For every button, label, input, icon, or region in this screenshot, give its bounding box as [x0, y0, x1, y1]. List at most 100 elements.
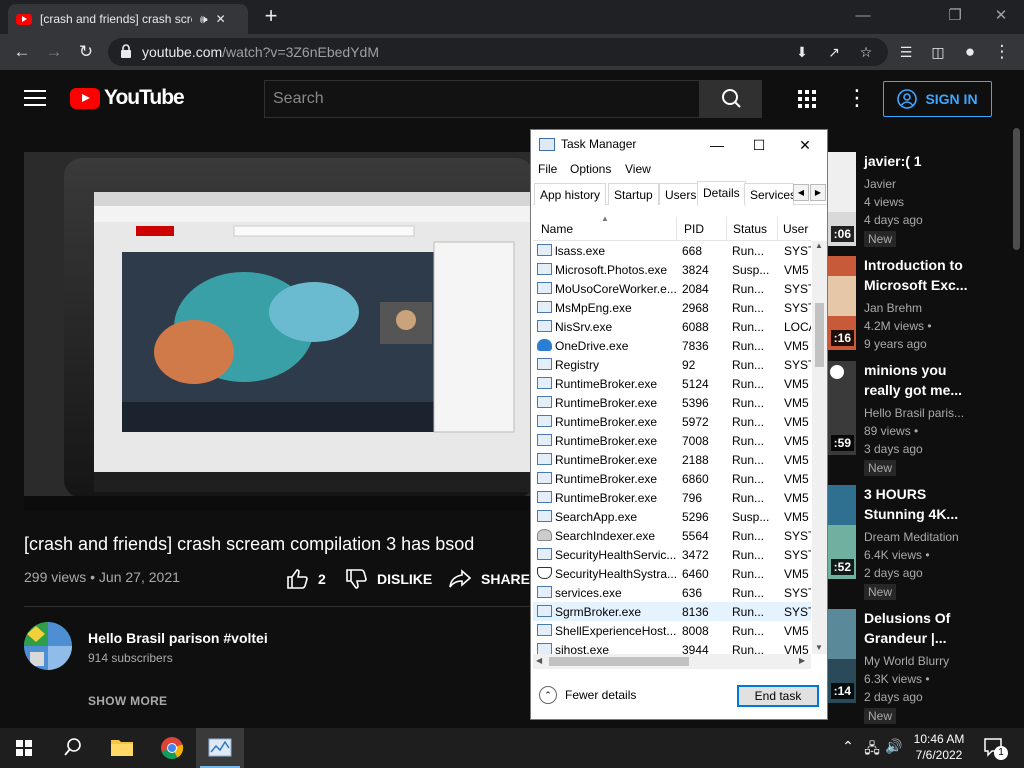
share-button[interactable]: SHARE	[449, 569, 530, 589]
taskbar-chrome[interactable]	[148, 728, 196, 768]
address-bar[interactable]: youtube.com/watch?v=3Z6nEbedYdM ⬇ ↗ ☆	[108, 38, 888, 66]
browser-tab[interactable]: [crash and friends] crash scream compila…	[8, 4, 248, 34]
channel-name[interactable]: Hello Brasil parison #voltei	[88, 630, 268, 646]
tm-maximize-icon[interactable]: ☐	[746, 134, 772, 156]
tab-services[interactable]: Services	[744, 183, 794, 205]
tab-details[interactable]: Details	[697, 181, 746, 206]
process-row[interactable]: MsMpEng.exe 2968 Run... SYSTE	[533, 298, 811, 317]
search-input[interactable]	[264, 80, 700, 118]
rec-thumbnail[interactable]: :52	[826, 485, 856, 579]
process-row[interactable]: OneDrive.exe 7836 Run... VM5	[533, 336, 811, 355]
tm-horizontal-thumb[interactable]	[549, 657, 689, 666]
notification-center-button[interactable]: 1	[982, 736, 1008, 760]
rec-title[interactable]: Delusions Of Grandeur |...	[864, 608, 984, 648]
end-task-button[interactable]: End task	[737, 685, 819, 707]
column-user[interactable]: User n	[783, 222, 811, 236]
process-row[interactable]: Registry 92 Run... SYSTE	[533, 355, 811, 374]
menu-view[interactable]: View	[625, 162, 651, 176]
process-row[interactable]: RuntimeBroker.exe 5396 Run... VM5	[533, 393, 811, 412]
hamburger-menu-icon[interactable]	[24, 90, 46, 106]
rec-title[interactable]: 3 HOURS Stunning 4K...	[864, 484, 984, 524]
install-app-icon[interactable]: ⬇	[792, 42, 812, 62]
tab-scroll-right-icon[interactable]: ▶	[810, 184, 826, 201]
tm-horizontal-scrollbar[interactable]: ◀ ▶	[533, 654, 811, 669]
close-tab-icon[interactable]: ✕	[216, 12, 226, 26]
rec-thumbnail[interactable]: :59	[826, 361, 856, 455]
page-scrollbar[interactable]	[1013, 128, 1020, 250]
rec-title[interactable]: Introduction to Microsoft Exc...	[864, 255, 984, 295]
lock-icon[interactable]	[120, 44, 132, 58]
taskbar-file-explorer[interactable]	[98, 728, 146, 768]
show-more-button[interactable]: SHOW MORE	[88, 694, 167, 708]
column-name[interactable]: Name	[541, 222, 573, 236]
fewer-details-button[interactable]: ⌃ Fewer details	[539, 686, 636, 704]
menu-options[interactable]: Options	[570, 162, 611, 176]
new-tab-button[interactable]: +	[258, 4, 284, 30]
channel-avatar[interactable]	[24, 622, 72, 670]
column-pid[interactable]: PID	[684, 222, 704, 236]
settings-more-icon[interactable]: ⋮	[846, 86, 868, 112]
taskbar-task-manager[interactable]	[196, 728, 244, 768]
back-icon[interactable]: ←	[8, 38, 36, 66]
tab-users[interactable]: Users	[659, 183, 703, 205]
bookmark-star-icon[interactable]: ☆	[856, 42, 876, 62]
close-window-icon[interactable]: ✕	[978, 2, 1024, 30]
youtube-logo[interactable]: YouTube	[70, 86, 185, 110]
clock-time[interactable]: 10:46 AM	[906, 732, 972, 746]
network-icon[interactable]: 🖧	[862, 738, 882, 762]
like-button[interactable]: 2	[286, 569, 326, 589]
speaker-icon[interactable]: 🕪	[200, 12, 208, 27]
tm-vertical-scrollbar[interactable]: ▲ ▼	[812, 241, 827, 654]
process-row[interactable]: SecurityHealthSystra... 6460 Run... VM5	[533, 564, 811, 583]
process-row[interactable]: SearchIndexer.exe 5564 Run... SYSTE	[533, 526, 811, 545]
dislike-button[interactable]: DISLIKE	[345, 569, 432, 589]
reload-icon[interactable]: ↻	[72, 38, 100, 66]
minimize-icon[interactable]: —	[840, 2, 886, 30]
tab-startup[interactable]: Startup	[608, 183, 659, 205]
share-page-icon[interactable]: ↗	[824, 42, 844, 62]
process-row[interactable]: SearchApp.exe 5296 Susp... VM5	[533, 507, 811, 526]
tab-scroll-left-icon[interactable]: ◀	[793, 184, 809, 201]
process-row[interactable]: SecurityHealthServic... 3472 Run... SYSTE	[533, 545, 811, 564]
side-panel-icon[interactable]: ◫	[924, 38, 952, 66]
start-button[interactable]	[0, 728, 48, 768]
video-player[interactable]	[24, 152, 534, 510]
search-button[interactable]	[700, 80, 762, 118]
column-separator[interactable]	[726, 217, 727, 241]
process-row[interactable]: NisSrv.exe 6088 Run... LOCA	[533, 317, 811, 336]
process-row[interactable]: SgrmBroker.exe 8136 Run... SYSTE	[533, 602, 811, 621]
rec-thumbnail[interactable]: :06	[826, 152, 856, 246]
rec-title[interactable]: minions you really got me...	[864, 360, 984, 400]
tm-minimize-icon[interactable]: —	[704, 134, 730, 156]
tm-close-icon[interactable]: ✕	[792, 134, 818, 156]
scroll-right-icon[interactable]: ▶	[799, 656, 805, 665]
process-row[interactable]: RuntimeBroker.exe 7008 Run... VM5	[533, 431, 811, 450]
volume-icon[interactable]: 🔊	[884, 738, 904, 755]
clock-date[interactable]: 7/6/2022	[906, 748, 972, 762]
scroll-up-icon[interactable]: ▲	[815, 241, 823, 250]
tm-vertical-thumb[interactable]	[815, 303, 824, 367]
show-hidden-icons[interactable]: ⌃	[838, 738, 858, 755]
task-manager-titlebar[interactable]: Task Manager — ☐ ✕	[531, 130, 827, 158]
process-row[interactable]: services.exe 636 Run... SYSTE	[533, 583, 811, 602]
process-row[interactable]: lsass.exe 668 Run... SYSTE	[533, 241, 811, 260]
rec-title[interactable]: javier:( 1	[864, 151, 984, 171]
process-row[interactable]: Microsoft.Photos.exe 3824 Susp... VM5	[533, 260, 811, 279]
process-row[interactable]: ShellExperienceHost.... 8008 Run... VM5	[533, 621, 811, 640]
scroll-left-icon[interactable]: ◀	[536, 656, 542, 665]
process-row[interactable]: MoUsoCoreWorker.e... 2084 Run... SYSTE	[533, 279, 811, 298]
menu-file[interactable]: File	[538, 162, 557, 176]
profile-icon[interactable]: ●	[956, 38, 984, 66]
scroll-down-icon[interactable]: ▼	[815, 643, 823, 652]
url-text[interactable]: youtube.com/watch?v=3Z6nEbedYdM	[142, 44, 379, 60]
column-separator[interactable]	[777, 217, 778, 241]
forward-icon[interactable]: →	[40, 38, 68, 66]
process-row[interactable]: RuntimeBroker.exe 2188 Run... VM5	[533, 450, 811, 469]
process-row[interactable]: RuntimeBroker.exe 5124 Run... VM5	[533, 374, 811, 393]
process-row[interactable]: RuntimeBroker.exe 5972 Run... VM5	[533, 412, 811, 431]
restore-icon[interactable]: ❐	[932, 2, 978, 30]
media-control-icon[interactable]: ☰	[892, 38, 920, 66]
rec-thumbnail[interactable]: :16	[826, 256, 856, 350]
column-separator[interactable]	[676, 217, 677, 241]
column-status[interactable]: Status	[733, 222, 767, 236]
